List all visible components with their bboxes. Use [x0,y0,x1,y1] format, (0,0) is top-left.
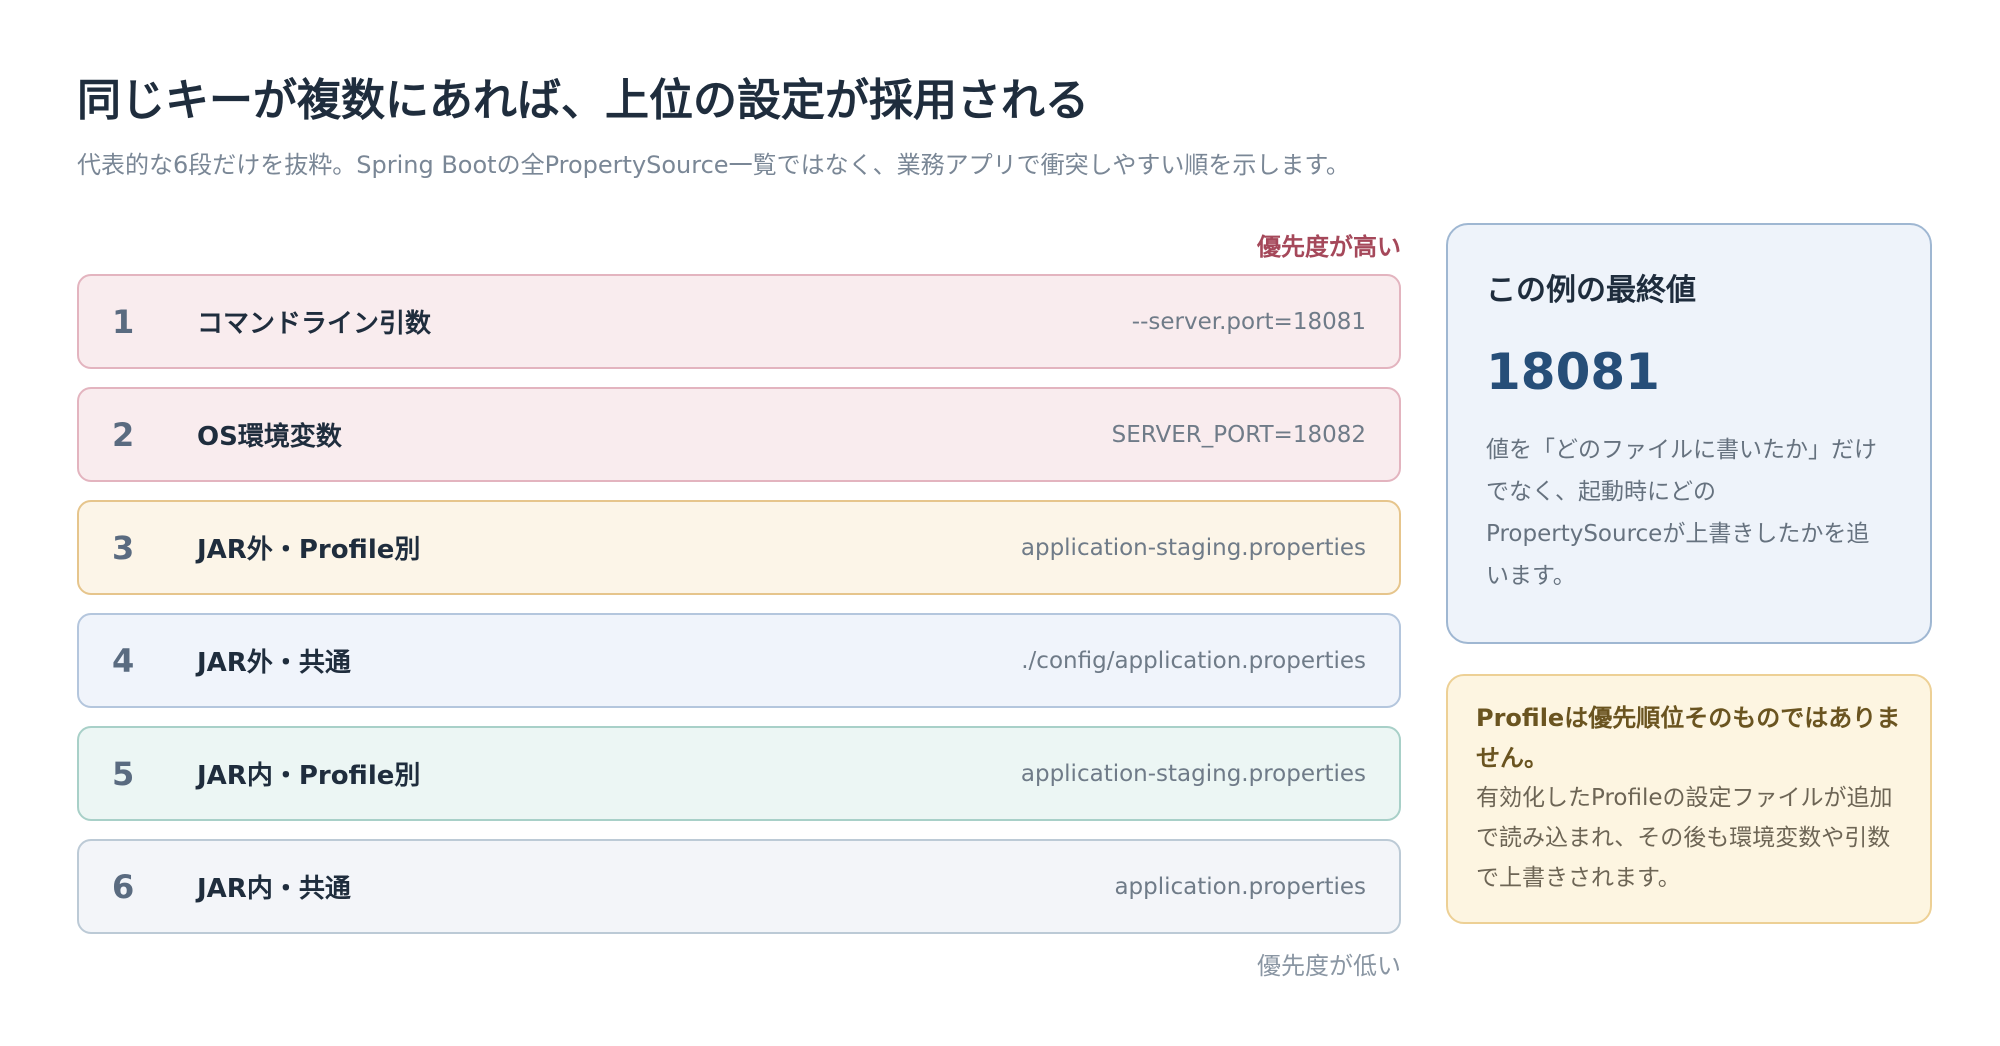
final-value-card: この例の最終値 18081 値を「どのファイルに書いたか」だけでなく、起動時にど… [1446,223,1932,644]
final-value-title: この例の最終値 [1486,273,1696,308]
row-value: application-staging.properties [1020,534,1366,561]
note-title: Profileは優先順位そのものではありません。 [1476,704,1901,772]
row-number: 3 [112,528,135,567]
row-label: コマンドライン引数 [197,309,432,339]
row-label: OS環境変数 [197,422,342,452]
priority-row-2: 2 OS環境変数 SERVER_PORT=18082 [77,387,1401,482]
priority-row-3: 3 JAR外・Profile別 application-staging.prop… [77,500,1401,595]
row-label: JAR内・共通 [197,874,351,904]
page-subtitle: 代表的な6段だけを抜粋。Spring Bootの全PropertySource一… [77,151,1350,179]
page-title: 同じキーが複数にあれば、上位の設定が採用される [77,75,1089,126]
priority-low-label: 優先度が低い [1257,952,1401,980]
row-value: ./config/application.properties [1021,647,1366,674]
row-number: 5 [112,754,135,793]
row-number: 2 [112,415,135,454]
priority-row-6: 6 JAR内・共通 application.properties [77,839,1401,934]
row-number: 6 [112,867,135,906]
priority-row-5: 5 JAR内・Profile別 application-staging.prop… [77,726,1401,821]
row-number: 1 [112,302,135,341]
priority-list: 1 コマンドライン引数 --server.port=18081 2 OS環境変数… [77,274,1401,952]
page: 同じキーが複数にあれば、上位の設定が採用される 代表的な6段だけを抜粋。Spri… [0,0,2000,1046]
row-value: --server.port=18081 [1131,308,1366,335]
row-label: JAR内・Profile別 [197,761,421,791]
row-label: JAR外・Profile別 [197,535,421,565]
priority-high-label: 優先度が高い [1257,233,1401,261]
row-value: SERVER_PORT=18082 [1111,421,1366,448]
final-value-description: 値を「どのファイルに書いたか」だけでなく、起動時にどのPropertySourc… [1486,437,1877,589]
row-value: application-staging.properties [1020,760,1366,787]
row-value: application.properties [1114,873,1366,900]
profile-note-card: Profileは優先順位そのものではありません。 有効化したProfileの設定… [1446,674,1932,924]
note-text: 有効化したProfileの設定ファイルが追加で読み込まれ、その後も環境変数や引数… [1476,785,1893,891]
priority-row-4: 4 JAR外・共通 ./config/application.propertie… [77,613,1401,708]
row-number: 4 [112,641,135,680]
row-label: JAR外・共通 [197,648,351,678]
priority-row-1: 1 コマンドライン引数 --server.port=18081 [77,274,1401,369]
final-value: 18081 [1486,343,1660,401]
